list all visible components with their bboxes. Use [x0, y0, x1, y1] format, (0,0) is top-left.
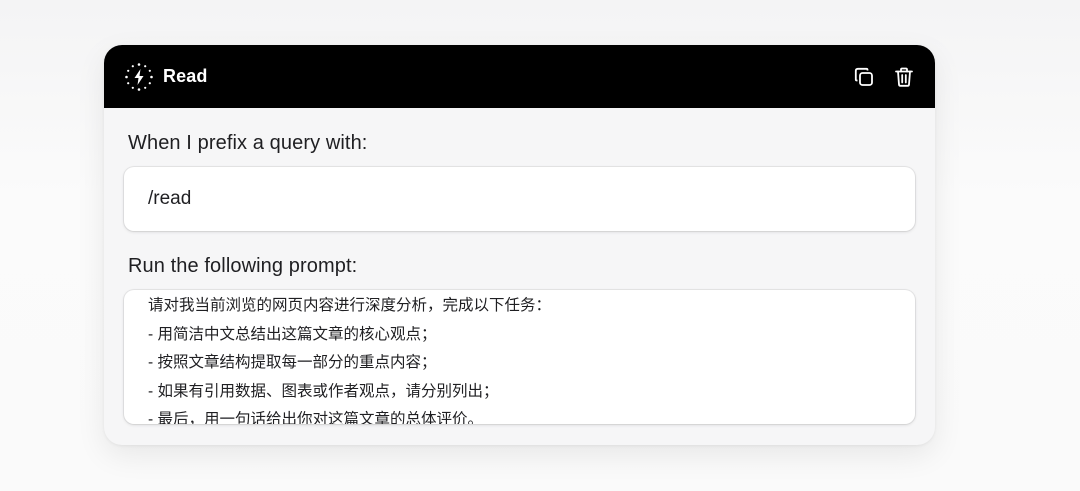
- prompt-line: - 用简洁中文总结出这篇文章的核心观点；: [148, 325, 437, 343]
- prompt-label: Run the following prompt:: [128, 255, 358, 277]
- prompt-line: - 按照文章结构提取每一部分的重点内容；: [148, 354, 437, 371]
- prompt-textarea[interactable]: 请对我当前浏览的网页内容进行深度分析，完成以下任务： - 用简洁中文总结出这篇文…: [124, 290, 915, 424]
- command-card: Read When I prefix a query with: /read R…: [104, 45, 935, 445]
- header-actions: [853, 66, 915, 88]
- delete-button[interactable]: [893, 66, 915, 88]
- prompt-line: 请对我当前浏览的网页内容进行深度分析，完成以下任务：: [148, 297, 552, 314]
- lightning-sparkle-icon: [124, 62, 154, 92]
- command-title: Read: [163, 66, 208, 86]
- trash-icon: [893, 66, 915, 88]
- title-wrap: Read: [124, 62, 207, 92]
- copy-icon: [853, 66, 875, 88]
- command-body: When I prefix a query with: /read Run th…: [104, 108, 935, 424]
- prefix-label: When I prefix a query with:: [128, 132, 368, 154]
- command-header: Read: [104, 45, 935, 108]
- prompt-line: - 最后，用一句话给出你对这篇文章的总体评价。: [148, 411, 483, 424]
- prompt-line: - 如果有引用数据、图表或作者观点，请分别列出；: [148, 382, 499, 400]
- copy-button[interactable]: [853, 66, 875, 88]
- prefix-input[interactable]: /read: [124, 167, 915, 231]
